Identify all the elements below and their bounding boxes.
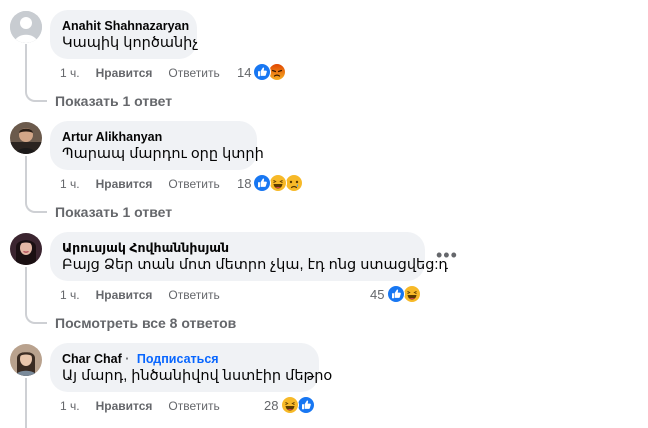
reactions[interactable] [253, 174, 305, 192]
reaction-count[interactable]: 45 [370, 286, 384, 304]
reply-button[interactable]: Ответить [168, 177, 219, 191]
comment-actions: 1 ч. Нравится Ответить [60, 175, 236, 193]
comment-author[interactable]: Anahit Shahnazaryan [62, 18, 189, 34]
like-button[interactable]: Нравится [96, 399, 153, 413]
comment-author[interactable]: Char Chaf [62, 352, 122, 366]
comment-bubble: Artur Alikhanyan Պարապ մարդու օրը կտրի [50, 121, 264, 170]
comment-text: Կապիկ կործանիչ [62, 35, 199, 51]
comment-actions: 1 ч. Нравится Ответить [60, 64, 236, 82]
reaction-count[interactable]: 18 [237, 175, 251, 193]
haha-icon [269, 174, 287, 192]
like-button[interactable]: Нравится [96, 66, 153, 80]
show-replies-link[interactable]: Показать 1 ответ [55, 93, 172, 109]
default-avatar-icon [10, 11, 42, 43]
user-photo-icon [10, 122, 42, 154]
comment-author[interactable]: Artur Alikhanyan [62, 129, 245, 145]
thread-line [25, 44, 27, 92]
thread-line [25, 378, 27, 428]
haha-icon [403, 285, 421, 303]
like-icon [297, 396, 315, 414]
comment-text: Բայց Ձեր տան մոտ մետրո չկա, էդ ոնց ստացվ… [62, 257, 449, 273]
comment-actions: 1 ч. Нравится Ответить [60, 286, 236, 304]
thread-elbow [25, 92, 47, 102]
avatar[interactable] [10, 11, 42, 43]
comment-bubble: Char Chaf · Подписаться Այ մարդ, ինծանիվ… [50, 343, 333, 392]
comment-time[interactable]: 1 ч. [60, 288, 80, 302]
comment-time[interactable]: 1 ч. [60, 177, 80, 191]
thread-elbow [25, 203, 47, 213]
show-replies-link[interactable]: Посмотреть все 8 ответов [55, 315, 236, 331]
reactions[interactable] [387, 285, 423, 303]
comment-time[interactable]: 1 ч. [60, 66, 80, 80]
reactions[interactable] [253, 63, 289, 81]
avatar[interactable] [10, 233, 42, 265]
user-photo-icon [10, 344, 42, 376]
comment-text: Պարապ մարդու օրը կտրի [62, 146, 264, 162]
like-icon [253, 174, 271, 192]
like-button[interactable]: Нравится [96, 177, 153, 191]
reply-button[interactable]: Ответить [168, 399, 219, 413]
comment-author[interactable]: Արուսյակ Հովհաննիսյան [62, 240, 413, 256]
comment-bubble: Anahit Shahnazaryan Կապիկ կործանիչ [50, 10, 199, 59]
more-options-icon[interactable]: ••• [436, 245, 458, 266]
thread-line [25, 156, 27, 203]
reply-button[interactable]: Ответить [168, 288, 219, 302]
comment-author-row: Char Chaf · Подписаться [62, 352, 219, 366]
comment-actions: 1 ч. Нравится Ответить [60, 397, 236, 415]
show-replies-link[interactable]: Показать 1 ответ [55, 204, 172, 220]
like-button[interactable]: Нравится [96, 288, 153, 302]
avatar[interactable] [10, 344, 42, 376]
haha-icon [281, 396, 299, 414]
user-photo-icon [10, 233, 42, 265]
reaction-count[interactable]: 14 [237, 64, 251, 82]
like-icon [387, 285, 405, 303]
comment-bubble: Արուսյակ Հովհաննիսյան Բայց Ձեր տան մոտ մ… [50, 232, 449, 281]
follow-button[interactable]: Подписаться [137, 352, 219, 366]
comment-time[interactable]: 1 ч. [60, 399, 80, 413]
sad-icon [285, 174, 303, 192]
like-icon [253, 63, 271, 81]
reactions[interactable] [281, 396, 317, 414]
thread-line [25, 267, 27, 314]
avatar[interactable] [10, 122, 42, 154]
reply-button[interactable]: Ответить [168, 66, 219, 80]
reaction-count[interactable]: 28 [264, 397, 278, 415]
comment-text: Այ մարդ, ինծանիվով նստէիր մեթրօ [62, 368, 333, 384]
thread-elbow [25, 314, 47, 324]
